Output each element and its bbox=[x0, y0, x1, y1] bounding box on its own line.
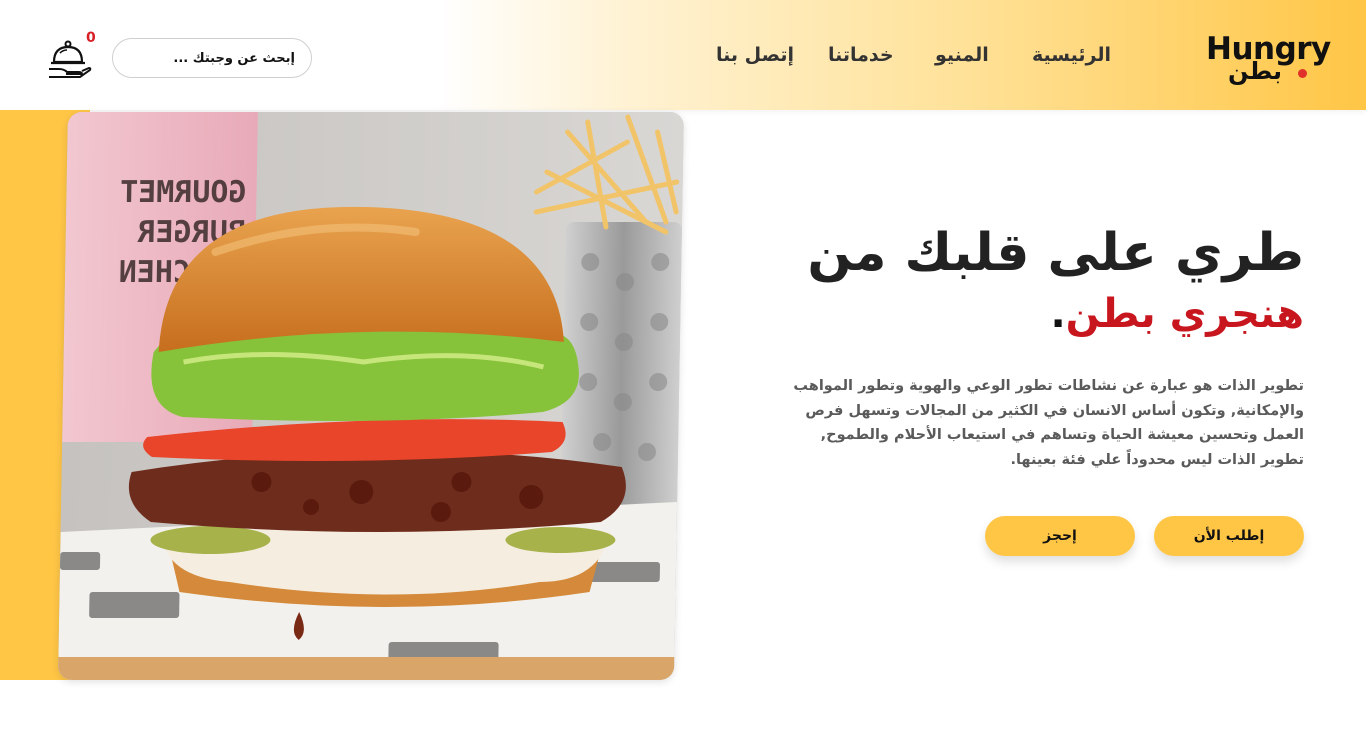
logo-text-ar: بطن bbox=[1228, 57, 1282, 85]
nav-home[interactable]: الرئيسية bbox=[1032, 44, 1111, 74]
hero-title: طري على قلبك من bbox=[807, 223, 1304, 283]
hero-subtitle-text: هنجري بطن bbox=[1065, 291, 1304, 337]
logo[interactable]: Hungry بطن bbox=[1206, 34, 1340, 90]
hero-subtitle: هنجري بطن. bbox=[1050, 288, 1304, 340]
hero-description: تطوير الذات هو عبارة عن نشاطات تطور الوع… bbox=[793, 378, 1304, 468]
reserve-button[interactable]: إحجز bbox=[985, 516, 1135, 556]
hero-subtitle-dot: . bbox=[1050, 291, 1066, 337]
cart-count-badge: 0 bbox=[86, 30, 96, 46]
order-now-button[interactable]: إطلب الأن bbox=[1154, 516, 1304, 556]
nav-services[interactable]: خدماتنا bbox=[828, 44, 894, 74]
search-input[interactable] bbox=[113, 39, 311, 77]
svg-text:GOURMET: GOURMET bbox=[120, 175, 247, 210]
search-box bbox=[112, 38, 312, 78]
nav-menu[interactable]: المنيو bbox=[935, 44, 989, 74]
burger-photo: GOURMET BURGER KITCHEN bbox=[58, 112, 684, 680]
nav-contact[interactable]: إتصل بنا bbox=[716, 44, 794, 74]
logo-dot bbox=[1298, 69, 1307, 78]
header: Hungry بطن الرئيسية المنيو خدماتنا إتصل … bbox=[0, 0, 1366, 110]
